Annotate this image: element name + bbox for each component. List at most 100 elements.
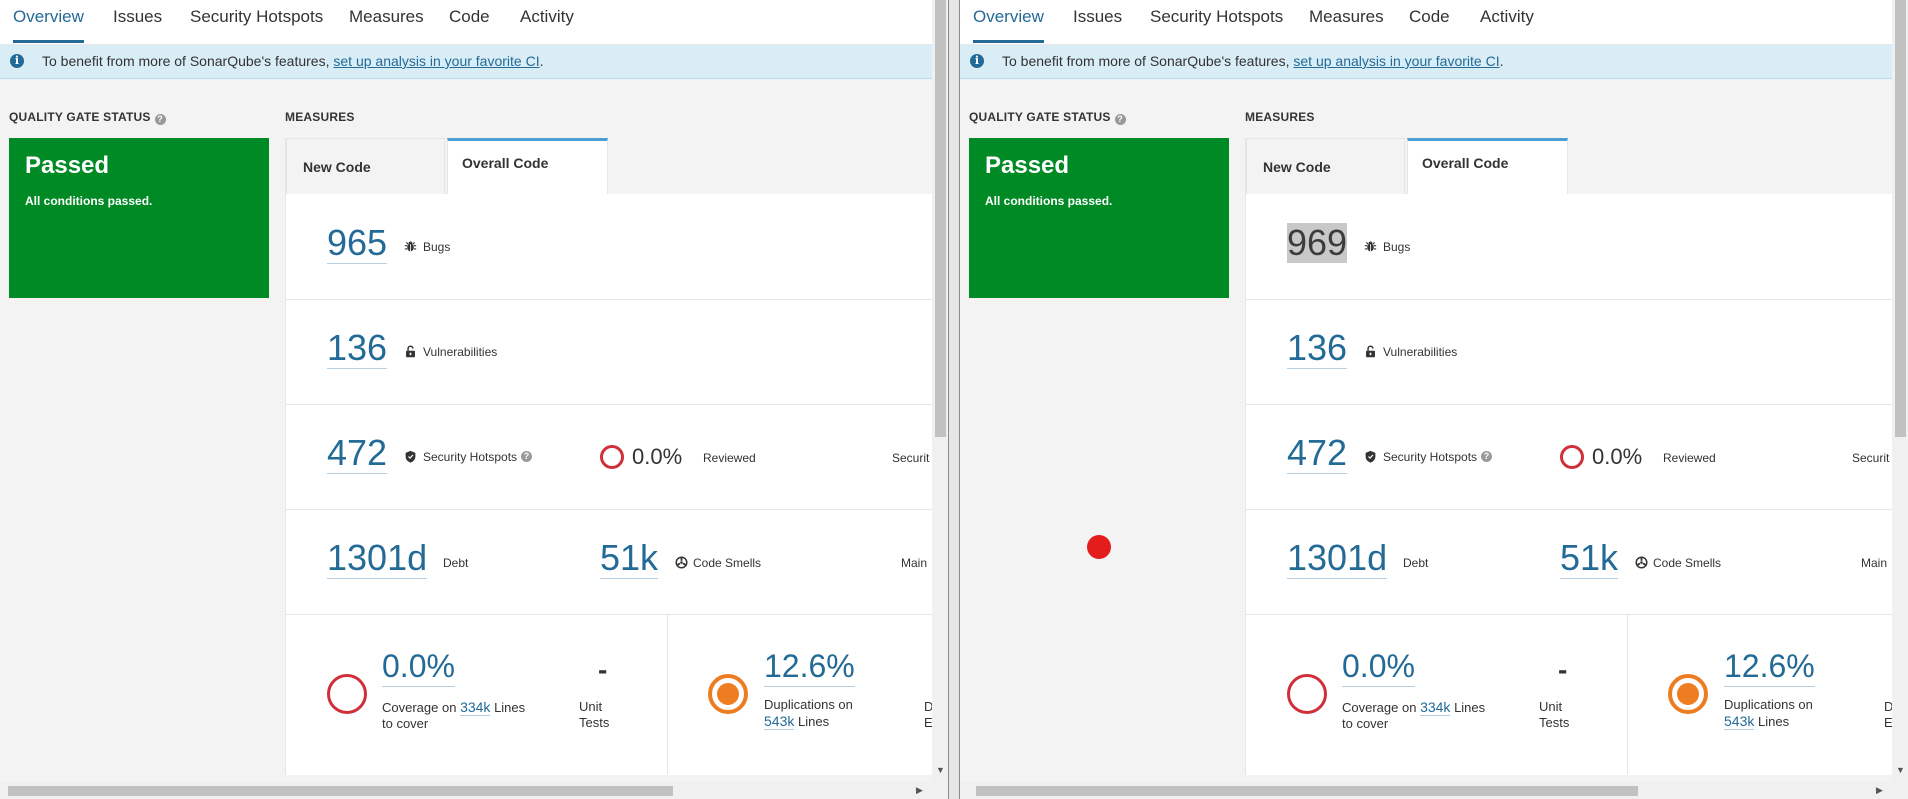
info-icon: i: [10, 54, 24, 68]
coverage-value[interactable]: 0.0%: [382, 646, 455, 687]
unit-tests-value[interactable]: -: [598, 654, 607, 686]
tab-new-code[interactable]: New Code: [1246, 138, 1405, 194]
vertical-scrollbar[interactable]: ▲ ▼: [1892, 0, 1908, 799]
vulnerabilities-value[interactable]: 136: [1287, 328, 1348, 369]
tab-overview[interactable]: Overview: [973, 0, 1044, 44]
vulnerabilities-value[interactable]: 136: [327, 328, 388, 369]
tab-issues[interactable]: Issues: [1073, 0, 1122, 44]
duplications-lines-link[interactable]: 543k: [764, 713, 795, 730]
lock-icon: [406, 345, 415, 358]
bugs-label[interactable]: Bugs: [423, 240, 450, 254]
unit-tests-value[interactable]: -: [1558, 654, 1567, 686]
horizontal-scroll-thumb[interactable]: [8, 786, 673, 796]
tab-activity[interactable]: Activity: [520, 0, 574, 44]
duplications-label-b: Lines: [1757, 714, 1790, 729]
tab-code[interactable]: Code: [1409, 0, 1450, 44]
row-divider: [667, 614, 668, 774]
code-smells-value[interactable]: 51k: [600, 538, 659, 579]
tab-issues[interactable]: Issues: [113, 0, 162, 44]
reviewed-percent[interactable]: 0.0%: [632, 444, 682, 470]
window-divider[interactable]: [948, 0, 960, 799]
code-smells-value[interactable]: 51k: [1560, 538, 1619, 579]
tab-overview[interactable]: Overview: [13, 0, 84, 44]
duplications-lines-link[interactable]: 543k: [1724, 713, 1755, 730]
horizontal-scrollbar[interactable]: ▶: [0, 782, 948, 799]
coverage-lines-link[interactable]: 334k: [460, 699, 491, 716]
tab-new-code[interactable]: New Code: [286, 138, 445, 194]
shield-icon: [405, 450, 416, 463]
hotspots-value[interactable]: 472: [1287, 433, 1348, 474]
scroll-down-arrow[interactable]: ▼: [1896, 765, 1905, 775]
tab-activity[interactable]: Activity: [1480, 0, 1534, 44]
code-smells-label[interactable]: Code Smells: [693, 556, 761, 570]
debt-value[interactable]: 1301d: [1287, 538, 1388, 579]
tab-security-hotspots[interactable]: Security Hotspots: [190, 0, 323, 44]
help-icon[interactable]: ?: [154, 114, 166, 125]
row-divider: [1627, 614, 1628, 774]
bugs-label[interactable]: Bugs: [1383, 240, 1410, 254]
reviewed-label: Reviewed: [1663, 451, 1716, 465]
vulnerabilities-label[interactable]: Vulnerabilities: [1383, 345, 1457, 359]
coverage-label-b: Lines: [1454, 700, 1486, 715]
setup-ci-link[interactable]: set up analysis in your favorite CI: [333, 53, 539, 69]
review-rating-icon: [600, 445, 624, 469]
hotspots-label[interactable]: Security Hotspots: [423, 450, 517, 464]
vulnerabilities-row: 136 Vulnerabilities: [1246, 299, 1908, 405]
security-rating-label: Securit: [892, 451, 930, 465]
coverage-value[interactable]: 0.0%: [1342, 646, 1415, 687]
help-icon[interactable]: ?: [1114, 114, 1126, 125]
tab-code[interactable]: Code: [449, 0, 490, 44]
measures-tabs: New Code Overall Code: [286, 138, 948, 194]
tab-overall-code[interactable]: Overall Code: [447, 138, 608, 194]
unit-tests-label-a: Unit: [1539, 699, 1563, 714]
tab-measures[interactable]: Measures: [349, 0, 424, 44]
coverage-lines-link[interactable]: 334k: [1420, 699, 1451, 716]
maintainability-rating-label: Main: [901, 556, 928, 570]
quality-gate-card: Passed All conditions passed.: [9, 138, 269, 298]
code-smell-icon: [675, 556, 688, 569]
bug-icon: [1364, 241, 1377, 252]
quality-gate-card: Passed All conditions passed.: [969, 138, 1229, 298]
left-window: Overview Issues Security Hotspots Measur…: [0, 0, 948, 799]
reviewed-percent[interactable]: 0.0%: [1592, 444, 1642, 470]
reviewed-label: Reviewed: [703, 451, 756, 465]
coverage-donut-icon: [327, 674, 367, 714]
help-icon[interactable]: ?: [521, 451, 532, 462]
top-nav: Overview Issues Security Hotspots Measur…: [960, 0, 1908, 45]
vulnerabilities-label[interactable]: Vulnerabilities: [423, 345, 497, 359]
vertical-scroll-thumb[interactable]: [935, 0, 946, 437]
horizontal-scrollbar[interactable]: ▶: [960, 782, 1908, 799]
hotspots-value[interactable]: 472: [327, 433, 388, 474]
bugs-value[interactable]: 965: [327, 223, 388, 264]
security-rating-label: Securit: [1852, 451, 1890, 465]
measures-title: MEASURES: [285, 110, 355, 124]
bug-icon: [404, 241, 417, 252]
hotspots-label[interactable]: Security Hotspots: [1383, 450, 1477, 464]
tab-measures[interactable]: Measures: [1309, 0, 1384, 44]
unit-tests-label: Unit Tests: [579, 699, 609, 731]
scroll-down-arrow[interactable]: ▼: [936, 765, 945, 775]
debt-value[interactable]: 1301d: [327, 538, 428, 579]
measures-title: MEASURES: [1245, 110, 1315, 124]
scroll-right-arrow[interactable]: ▶: [916, 785, 923, 796]
duplications-value[interactable]: 12.6%: [1724, 646, 1815, 687]
code-smells-label[interactable]: Code Smells: [1653, 556, 1721, 570]
coverage-duplications-row: 0.0% Coverage on 334k Lines to cover - U…: [286, 614, 948, 774]
banner-suffix: .: [539, 53, 544, 69]
vertical-scroll-thumb[interactable]: [1895, 0, 1906, 437]
duplications-value[interactable]: 12.6%: [764, 646, 855, 687]
bugs-value[interactable]: 969: [1287, 223, 1348, 263]
vertical-scrollbar[interactable]: ▲ ▼: [932, 0, 948, 799]
maintainability-rating-label: Main: [1861, 556, 1888, 570]
duplications-rating-fill: [1677, 683, 1699, 705]
tab-overall-code[interactable]: Overall Code: [1407, 138, 1568, 194]
unit-tests-label-b: Tests: [1539, 715, 1570, 730]
gate-status: Passed: [985, 152, 1070, 179]
help-icon[interactable]: ?: [1481, 451, 1492, 462]
scroll-right-arrow[interactable]: ▶: [1876, 785, 1883, 796]
tab-security-hotspots[interactable]: Security Hotspots: [1150, 0, 1283, 44]
setup-ci-link[interactable]: set up analysis in your favorite CI: [1293, 53, 1499, 69]
coverage-label-b: Lines: [494, 700, 526, 715]
horizontal-scroll-thumb[interactable]: [976, 786, 1638, 796]
shield-icon: [1365, 450, 1376, 463]
